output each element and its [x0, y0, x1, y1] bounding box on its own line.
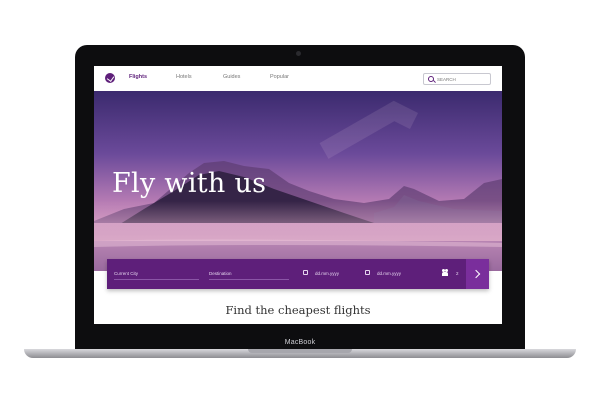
hero-banner: Fly with us [94, 91, 502, 271]
search-input[interactable] [437, 76, 487, 82]
flight-search-form: Current City Destination dd.mm.yyyy dd.m… [107, 259, 489, 289]
camera-icon [296, 51, 301, 56]
search-box[interactable] [423, 73, 491, 85]
calendar-icon [303, 270, 308, 275]
destination-field[interactable]: Destination [209, 271, 232, 276]
search-icon [428, 76, 434, 82]
top-navbar: Flights Hotels Guides Popular [94, 66, 502, 91]
section-subtitle: Find the cheapest flights [225, 303, 371, 317]
device-label: MacBook [284, 339, 316, 346]
nav-item-flights[interactable]: Flights [129, 74, 147, 80]
nav-item-hotels[interactable]: Hotels [176, 74, 192, 80]
calendar-icon [365, 270, 370, 275]
laptop-mockup: Flights Hotels Guides Popular SEARCH Fly… [0, 0, 600, 400]
passengers-count[interactable]: 2 [456, 271, 459, 276]
passengers-icon [442, 269, 449, 276]
current-city-underline [114, 279, 199, 280]
nav-item-guides[interactable]: Guides [223, 74, 240, 80]
chevron-right-icon [471, 269, 481, 279]
search-flights-button[interactable] [466, 259, 489, 289]
current-city-field[interactable]: Current City [114, 271, 138, 276]
browser-viewport: Flights Hotels Guides Popular SEARCH Fly… [94, 66, 502, 324]
nav-item-popular[interactable]: Popular [270, 74, 289, 80]
laptop-notch [248, 349, 352, 353]
logo-icon[interactable] [105, 73, 115, 83]
destination-underline [209, 279, 289, 280]
hero-title: Fly with us [112, 168, 267, 199]
return-date-field[interactable]: dd.mm.yyyy [377, 271, 401, 276]
depart-date-field[interactable]: dd.mm.yyyy [315, 271, 339, 276]
